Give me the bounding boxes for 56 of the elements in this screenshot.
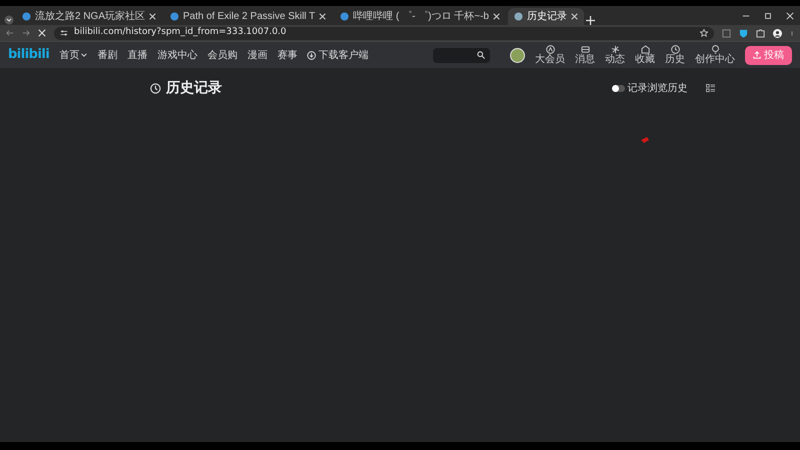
nav-link[interactable]: 首页 (59, 48, 88, 62)
tab-list-icon[interactable] (4, 15, 14, 25)
clock-icon (150, 83, 161, 94)
nav-link[interactable]: 赛事 (277, 48, 298, 62)
tab-favicon-icon (170, 12, 180, 21)
toggle-label: 记录浏览历史 (628, 82, 688, 96)
restore-icon[interactable] (764, 12, 772, 20)
close-icon[interactable] (319, 13, 326, 20)
new-tab-icon[interactable] (586, 16, 595, 25)
search-icon[interactable] (477, 51, 485, 59)
shield-icon[interactable] (739, 28, 748, 38)
house-icon (640, 45, 650, 54)
browser-tab[interactable]: 流放之路2 NGA玩家社区 (16, 8, 162, 25)
header-action[interactable]: 消息 (575, 45, 595, 65)
avatar[interactable] (510, 48, 525, 62)
header-action[interactable]: 动态 (605, 45, 625, 65)
nav-link[interactable]: 会员购 (207, 48, 238, 62)
upload-icon (753, 51, 761, 59)
tab-favicon-icon (22, 12, 31, 21)
nav-link[interactable]: 番剧 (97, 48, 118, 62)
toggle-switch[interactable] (612, 85, 625, 92)
cursor-icon (641, 137, 649, 143)
bilibili-logo[interactable]: bilibili (8, 45, 50, 65)
browser-tab[interactable]: 历史记录 (508, 8, 584, 25)
header-action[interactable]: 历史 (665, 45, 685, 65)
page-title: 历史记录 (166, 79, 222, 98)
badge-icon (546, 45, 554, 54)
header-action[interactable]: 收藏 (635, 45, 655, 65)
clock-icon (670, 45, 680, 54)
profile-icon[interactable] (773, 28, 782, 38)
header-action[interactable]: 大会员 (535, 45, 565, 65)
tab-favicon-icon (514, 12, 523, 21)
stop-icon[interactable] (38, 29, 46, 37)
star-icon[interactable] (700, 29, 708, 37)
browser-tab[interactable]: 哔哩哔哩 ( ゜- ゜)つロ 千杯~-b (334, 8, 506, 25)
close-icon[interactable] (492, 13, 500, 20)
close-icon[interactable] (570, 13, 578, 20)
close-icon[interactable] (786, 12, 794, 20)
tab-favicon-icon (340, 12, 350, 21)
caret-icon (81, 52, 88, 58)
address-bar[interactable]: bilibili.com/history?spm_id_from=333.1007.0.0 (54, 26, 714, 40)
forward-icon[interactable] (22, 29, 30, 37)
grid-list-icon[interactable] (706, 84, 714, 93)
browser-tab[interactable]: Path of Exile 2 Passive Skill T (164, 8, 332, 25)
mail-icon (580, 45, 590, 54)
nav-link[interactable]: 游戏中心 (157, 48, 198, 62)
bulb-icon (710, 45, 720, 54)
nav-link[interactable]: 直播 (127, 48, 148, 62)
nav-link[interactable]: 下载客户端 (307, 48, 368, 62)
site-info-icon (60, 29, 68, 37)
header-action[interactable]: 创作中心 (695, 45, 735, 65)
download-icon (307, 50, 316, 60)
nav-link[interactable]: 漫画 (247, 48, 268, 62)
close-icon[interactable] (149, 13, 156, 20)
back-icon[interactable] (6, 29, 14, 37)
search-field[interactable] (433, 48, 490, 62)
